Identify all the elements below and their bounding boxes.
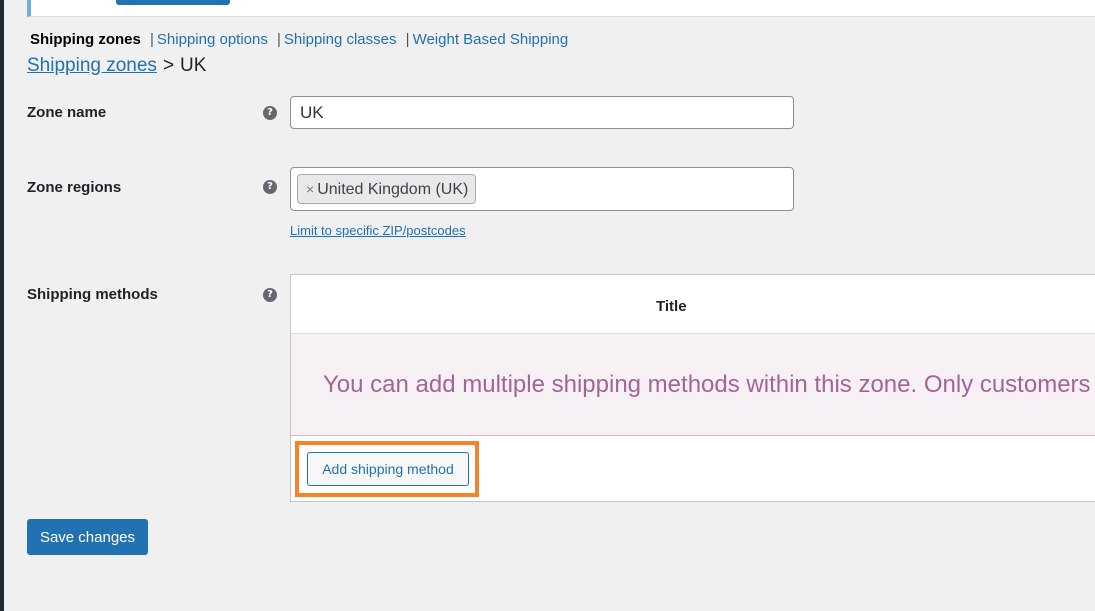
- subnav-weight-based-shipping[interactable]: Weight Based Shipping: [413, 31, 569, 48]
- breadcrumb-separator: >: [162, 55, 175, 76]
- shipping-methods-label: Shipping methods: [27, 286, 158, 303]
- shipping-methods-table: Title You can add multiple shipping meth…: [290, 274, 1095, 502]
- zone-regions-select[interactable]: × United Kingdom (UK): [290, 167, 794, 211]
- admin-sidebar-edge: [0, 0, 4, 611]
- save-changes-button[interactable]: Save changes: [27, 519, 148, 555]
- zone-name-label: Zone name: [27, 104, 107, 121]
- limit-postcodes-link[interactable]: Limit to specific ZIP/postcodes: [290, 223, 466, 238]
- remove-region-icon[interactable]: ×: [306, 181, 314, 197]
- breadcrumb-shipping-zones-link[interactable]: Shipping zones: [27, 55, 157, 76]
- add-shipping-method-button[interactable]: Add shipping method: [307, 452, 469, 486]
- breadcrumb-current: UK: [180, 55, 207, 76]
- subnav-separator: |: [150, 31, 154, 48]
- shipping-methods-help-icon[interactable]: ?: [263, 288, 277, 302]
- subnav-shipping-options[interactable]: Shipping options: [157, 31, 268, 48]
- zone-name-help-icon[interactable]: ?: [263, 106, 277, 120]
- zone-regions-help-icon[interactable]: ?: [263, 180, 277, 194]
- subnav-separator: |: [277, 31, 281, 48]
- subnav-shipping-classes[interactable]: Shipping classes: [284, 31, 397, 48]
- region-chip-uk: × United Kingdom (UK): [297, 174, 477, 204]
- shipping-subnav: Shipping zones | Shipping options | Shippi…: [30, 31, 568, 48]
- blank-state-row: You can add multiple shipping methods wi…: [291, 333, 1095, 436]
- notice-button[interactable]: [116, 0, 230, 5]
- zone-regions-label: Zone regions: [27, 179, 122, 196]
- zone-name-input[interactable]: [290, 96, 794, 129]
- admin-notice: [27, 0, 1095, 17]
- subnav-shipping-zones[interactable]: Shipping zones: [30, 31, 141, 48]
- subnav-separator: |: [405, 31, 410, 48]
- breadcrumb: Shipping zones > UK: [27, 55, 206, 77]
- blank-state-message: You can add multiple shipping methods wi…: [323, 371, 1095, 398]
- column-title-header: Title: [656, 298, 687, 315]
- region-chip-label: United Kingdom (UK): [317, 181, 469, 198]
